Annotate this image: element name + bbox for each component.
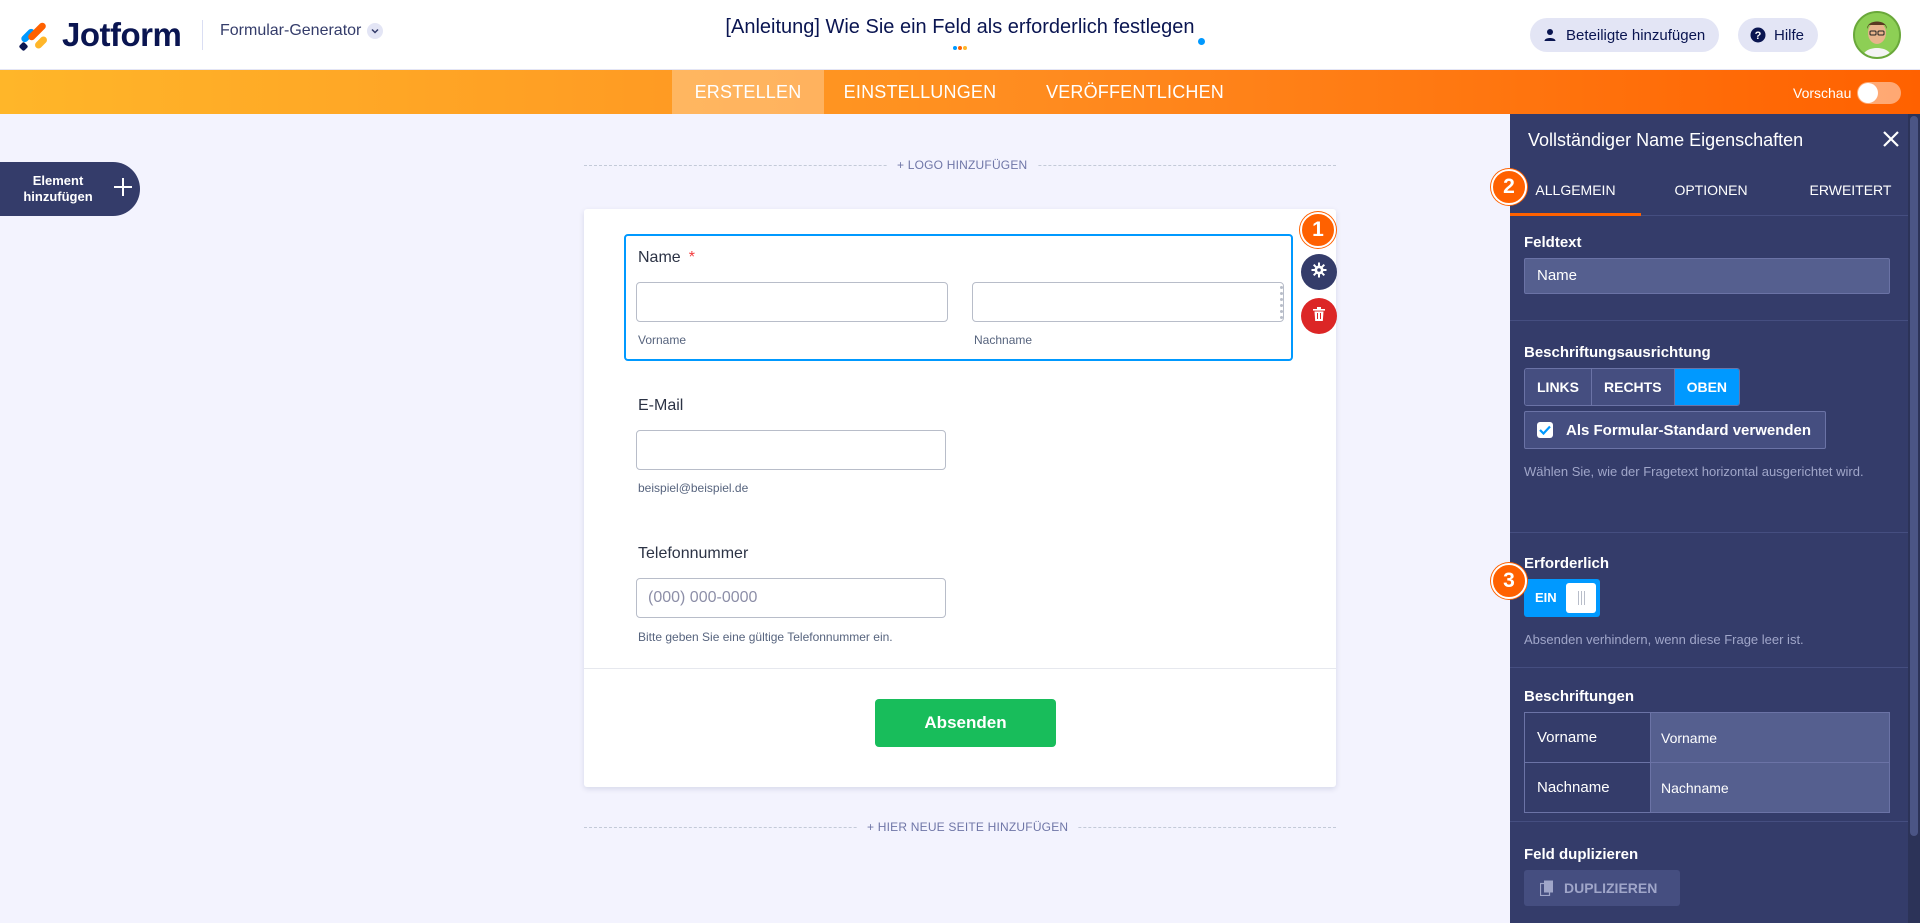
close-icon[interactable]: [1878, 126, 1904, 152]
caption-value-input[interactable]: Vorname: [1651, 713, 1889, 762]
tab-general[interactable]: ALLGEMEIN: [1510, 164, 1641, 216]
tab-options[interactable]: OPTIONEN: [1641, 164, 1781, 216]
field-text-input[interactable]: Name: [1524, 258, 1890, 294]
title-edit-indicator: [1198, 38, 1205, 45]
duplicate-label: Feld duplizieren: [1524, 846, 1639, 863]
duplicate-button-label: DUPLIZIEREN: [1564, 880, 1658, 896]
field-settings-button[interactable]: [1301, 254, 1337, 290]
gear-icon: [1311, 262, 1327, 283]
copy-icon: [1540, 880, 1554, 896]
help-button[interactable]: ? Hilfe: [1738, 18, 1819, 52]
step-badge-3: 3: [1491, 563, 1527, 599]
trash-icon: [1313, 306, 1325, 326]
tab-advanced[interactable]: ERWEITERT: [1781, 164, 1920, 216]
builder-dropdown[interactable]: Formular-Generator: [220, 22, 384, 40]
preview-toggle[interactable]: [1857, 82, 1902, 104]
add-participants-button[interactable]: Beteiligte hinzufügen: [1530, 18, 1720, 52]
duplicate-button[interactable]: DUPLIZIEREN: [1524, 870, 1680, 906]
caption-key: Vorname: [1525, 713, 1651, 762]
required-hint: Absenden verhindern, wenn diese Frage le…: [1524, 632, 1804, 647]
field-text-section: Feldtext Name: [1510, 217, 1920, 321]
form-title[interactable]: [Anleitung] Wie Sie ein Feld als erforde…: [725, 16, 1194, 38]
avatar[interactable]: [1853, 11, 1901, 59]
preview-toggle-knob: [1858, 83, 1879, 103]
panel-scrollbar[interactable]: [1908, 114, 1920, 923]
label-alignment-segmented: LINKS RECHTS OBEN: [1524, 368, 1741, 406]
title-status-dots: [953, 46, 967, 50]
required-asterisk: *: [688, 249, 695, 266]
label-alignment-label: Beschriftungsausrichtung: [1524, 344, 1711, 361]
first-name-sublabel: Vorname: [638, 333, 687, 347]
form-default-checkbox-row[interactable]: Als Formular-Standard verwenden: [1524, 411, 1826, 449]
name-field-label: Name *: [638, 249, 695, 267]
captions-label: Beschriftungen: [1524, 688, 1635, 705]
panel-header: Vollständiger Name Eigenschaften: [1510, 114, 1920, 164]
preview-label: Vorschau: [1793, 85, 1852, 101]
email-sublabel: beispiel@beispiel.de: [638, 481, 749, 495]
last-name-input[interactable]: [972, 282, 1284, 322]
jotform-logo-icon: [18, 19, 50, 52]
tab-settings[interactable]: EINSTELLUNGEN: [830, 70, 1010, 114]
add-element-button[interactable]: Element hinzufügen: [0, 162, 140, 216]
field-text-label: Feldtext: [1524, 234, 1582, 251]
required-toggle[interactable]: EIN: [1524, 579, 1600, 617]
email-input[interactable]: [636, 430, 946, 470]
phone-field-label: Telefonnummer: [638, 545, 749, 562]
help-icon: ?: [1750, 27, 1766, 43]
captions-table: Vorname Vorname Nachname Nachname: [1524, 712, 1890, 813]
required-label: Erforderlich: [1524, 555, 1610, 572]
caption-row: Nachname Nachname: [1525, 763, 1889, 812]
user-icon: [1542, 27, 1558, 43]
jotform-logo[interactable]: Jotform: [18, 16, 182, 54]
last-name-sublabel: Nachname: [974, 333, 1033, 347]
step-badge-2: 2: [1491, 169, 1527, 205]
preview-control: Vorschau: [1793, 82, 1902, 104]
builder-label: Formular-Generator: [220, 22, 362, 39]
form-default-label: Als Formular-Standard verwenden: [1566, 421, 1812, 439]
panel-scrollbar-thumb[interactable]: [1910, 116, 1918, 836]
alignment-hint: Wählen Sie, wie der Fragetext horizontal…: [1524, 464, 1864, 479]
help-label: Hilfe: [1774, 26, 1805, 44]
tab-build[interactable]: ERSTELLEN: [672, 70, 824, 114]
required-toggle-knob: [1566, 583, 1596, 613]
first-name-input[interactable]: [636, 282, 948, 322]
panel-title: Vollständiger Name Eigenschaften: [1528, 130, 1804, 150]
submit-divider: [584, 668, 1336, 669]
chevron-down-icon: [367, 23, 384, 39]
form-card: Name * Vorname Nachname E-Mail beispiel@b…: [584, 209, 1336, 787]
required-toggle-label: EIN: [1535, 590, 1557, 605]
top-header: Jotform Formular-Generator [Anleitung] W…: [0, 0, 1920, 70]
captions-section: Beschriftungen Vorname Vorname Nachname …: [1510, 668, 1920, 822]
caption-value-input[interactable]: Nachname: [1651, 763, 1889, 812]
phone-input[interactable]: (000) 000-0000: [636, 578, 946, 618]
add-page-button[interactable]: + HIER NEUE SEITE HINZUFÜGEN: [857, 820, 1079, 834]
phone-sublabel: Bitte geben Sie eine gültige Telefonnumm…: [638, 630, 893, 644]
required-section: Erforderlich EIN Absenden verhindern, we…: [1510, 533, 1920, 668]
svg-text:?: ?: [1755, 30, 1762, 42]
step-badge-1: 1: [1300, 212, 1336, 248]
header-divider: [202, 20, 203, 50]
builder-navbar: ERSTELLEN EINSTELLUNGEN VERÖFFENTLICHEN …: [0, 70, 1920, 114]
plus-icon: [112, 174, 134, 204]
caption-row: Vorname Vorname: [1525, 713, 1889, 763]
add-logo-button[interactable]: + LOGO HINZUFÜGEN: [887, 158, 1038, 172]
align-left-option[interactable]: LINKS: [1525, 369, 1592, 405]
drag-handle-icon[interactable]: [1280, 286, 1288, 319]
add-element-label: Element hinzufügen: [23, 173, 93, 204]
panel-tabs: ALLGEMEIN OPTIONEN ERWEITERT: [1510, 164, 1920, 216]
align-top-option[interactable]: OBEN: [1674, 369, 1740, 405]
caption-key: Nachname: [1525, 763, 1651, 812]
logo-text: Jotform: [62, 16, 182, 53]
label-alignment-section: Beschriftungsausrichtung LINKS RECHTS OB…: [1510, 321, 1920, 533]
email-field-label: E-Mail: [638, 397, 684, 414]
add-participants-label: Beteiligte hinzufügen: [1566, 26, 1706, 44]
tab-publish[interactable]: VERÖFFENTLICHEN: [1035, 70, 1235, 114]
submit-button[interactable]: Absenden: [875, 699, 1056, 747]
duplicate-section: Feld duplizieren DUPLIZIEREN: [1510, 822, 1920, 923]
properties-panel: Vollständiger Name Eigenschaften ALLGEME…: [1510, 114, 1920, 923]
align-right-option[interactable]: RECHTS: [1592, 369, 1675, 405]
check-icon[interactable]: [1537, 422, 1553, 438]
name-label-text: Name: [638, 249, 681, 266]
field-delete-button[interactable]: [1301, 298, 1337, 334]
